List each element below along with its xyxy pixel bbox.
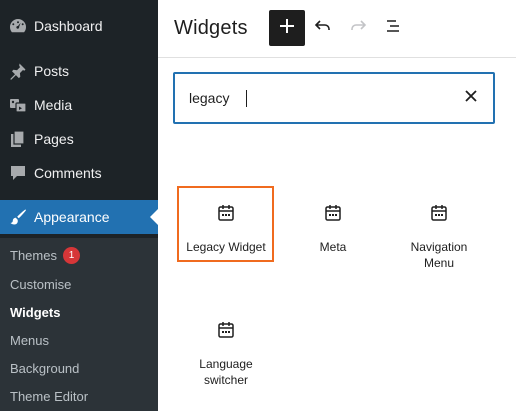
comment-icon [8, 163, 28, 183]
sidebar-item-label: Pages [34, 131, 74, 147]
block-label: Legacy Widget [186, 240, 266, 254]
list-view-icon [384, 16, 404, 41]
calendar-icon [285, 201, 381, 225]
media-icon [8, 95, 28, 115]
admin-sidebar: Dashboard Posts Media Pages Comments App… [0, 0, 158, 411]
sidebar-item-posts[interactable]: Posts [0, 54, 158, 88]
submenu-item-label: Background [10, 361, 80, 376]
list-view-button[interactable] [380, 14, 408, 42]
page-title: Widgets [174, 17, 248, 39]
sidebar-item-pages[interactable]: Pages [0, 122, 158, 156]
submenu-item-label: Menus [10, 333, 50, 348]
submenu-item-customise[interactable]: Customise [10, 277, 71, 292]
brush-icon [8, 207, 28, 227]
block-label: Meta [319, 240, 347, 254]
calendar-icon [178, 201, 274, 225]
submenu-item-background[interactable]: Background [10, 361, 79, 376]
text-caret [246, 90, 247, 107]
block-search-box [173, 72, 495, 124]
submenu-item-label: Widgets [10, 305, 61, 320]
sidebar-item-label: Comments [34, 165, 102, 181]
pin-icon [8, 61, 28, 81]
submenu-item-theme-editor[interactable]: Theme Editor [10, 389, 88, 404]
sidebar-item-label: Dashboard [34, 18, 103, 34]
plus-icon [278, 17, 296, 40]
submenu-item-label: Theme Editor [10, 389, 89, 404]
undo-button[interactable] [309, 14, 337, 42]
block-navigation-menu[interactable]: Navigation Menu [391, 201, 487, 271]
block-meta[interactable]: Meta [285, 201, 381, 255]
update-count-badge: 1 [62, 247, 80, 264]
editor-header: Widgets [158, 0, 516, 58]
calendar-icon [178, 318, 274, 342]
submenu-item-themes[interactable]: Themes 1 [10, 247, 80, 264]
submenu-item-menus[interactable]: Menus [10, 333, 49, 348]
block-label: Navigation Menu [410, 240, 468, 270]
block-legacy-widget[interactable]: Legacy Widget [178, 201, 274, 255]
submenu-item-label: Themes [10, 248, 57, 263]
sidebar-item-dashboard[interactable]: Dashboard [0, 9, 158, 43]
submenu-item-widgets[interactable]: Widgets [10, 305, 60, 320]
sidebar-item-comments[interactable]: Comments [0, 156, 158, 190]
block-language-switcher[interactable]: Language switcher [178, 318, 274, 388]
block-label: Language switcher [199, 357, 253, 387]
sidebar-item-label: Appearance [34, 209, 110, 225]
close-icon [464, 89, 478, 108]
submenu-item-label: Customise [10, 277, 72, 292]
undo-icon [313, 16, 333, 41]
dashboard-icon [8, 16, 28, 36]
pages-icon [8, 129, 28, 149]
calendar-icon [391, 201, 487, 225]
add-block-button[interactable] [269, 10, 305, 46]
appearance-submenu: Themes 1 Customise Widgets Menus Backgro… [0, 238, 158, 411]
block-search-input[interactable] [189, 87, 449, 109]
redo-icon [348, 16, 368, 41]
redo-button[interactable] [344, 14, 372, 42]
sidebar-item-label: Posts [34, 63, 70, 79]
clear-search-button[interactable] [461, 88, 481, 108]
sidebar-item-media[interactable]: Media [0, 88, 158, 122]
sidebar-item-appearance[interactable]: Appearance [0, 200, 158, 234]
sidebar-item-label: Media [34, 97, 73, 113]
